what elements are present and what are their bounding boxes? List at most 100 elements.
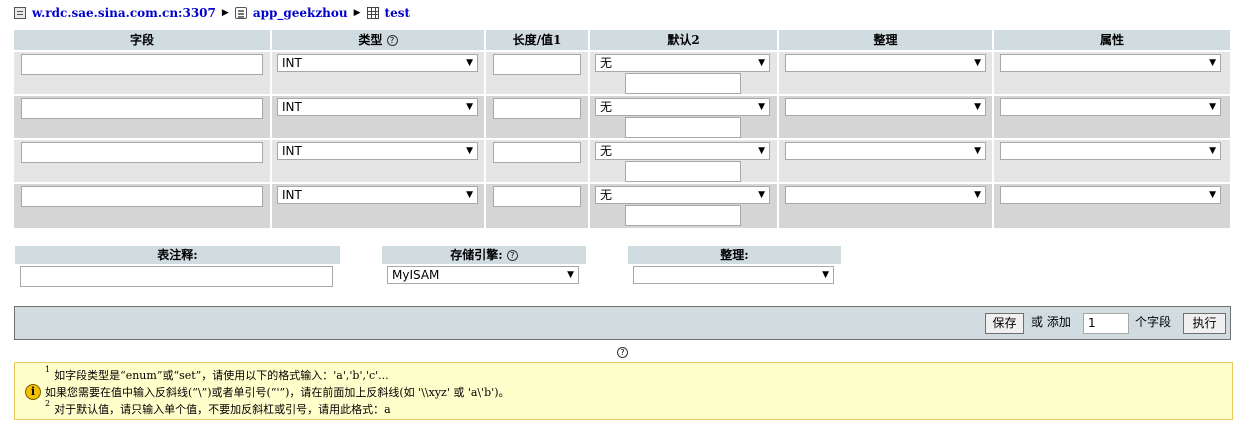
field-type-select[interactable]: INT ▼ xyxy=(277,186,478,204)
table-comment-label: 表注释: xyxy=(15,246,340,264)
chevron-right-icon: ▶ xyxy=(353,8,361,18)
breadcrumb-database-link[interactable]: app_geekzhou xyxy=(253,6,348,20)
column-header-label: 类型 xyxy=(358,33,383,47)
add-fields-suffix-text: 个字段 xyxy=(1135,315,1172,329)
footnotes-panel: i 1 如字段类型是“enum”或“set”，请使用以下的格式输入：'a','b'… xyxy=(14,362,1233,420)
column-header-field: 字段 xyxy=(14,30,270,50)
dropdown-arrow-icon: ▼ xyxy=(466,58,473,68)
storage-engine-select[interactable]: MyISAM ▼ xyxy=(387,266,579,284)
field-type-value: INT xyxy=(282,56,302,70)
table-icon xyxy=(366,7,379,19)
add-fields-count-input[interactable]: 1 xyxy=(1083,313,1129,334)
field-default-select[interactable]: 无 ▼ xyxy=(595,98,770,116)
database-icon xyxy=(234,7,247,19)
dropdown-arrow-icon: ▼ xyxy=(466,102,473,112)
column-header-label: 长度/值1 xyxy=(512,33,562,47)
dropdown-arrow-icon: ▼ xyxy=(974,190,981,200)
dropdown-arrow-icon: ▼ xyxy=(758,58,765,68)
field-default-value-input[interactable] xyxy=(625,73,741,94)
help-icon[interactable]: ? xyxy=(506,250,518,261)
field-default-select[interactable]: 无 ▼ xyxy=(595,186,770,204)
dropdown-arrow-icon: ▼ xyxy=(1209,58,1216,68)
field-collation-select[interactable]: ▼ xyxy=(785,186,986,204)
field-type-select[interactable]: INT ▼ xyxy=(277,54,478,72)
field-default-value-input[interactable] xyxy=(625,117,741,138)
field-default-value: 无 xyxy=(600,188,613,202)
field-default-value-input[interactable] xyxy=(625,205,741,226)
table-comment-input[interactable] xyxy=(20,266,333,287)
field-default-select[interactable]: 无 ▼ xyxy=(595,142,770,160)
field-attribute-select[interactable]: ▼ xyxy=(1000,142,1221,160)
dropdown-arrow-icon: ▼ xyxy=(822,270,829,280)
field-name-input[interactable] xyxy=(21,186,263,207)
dropdown-arrow-icon: ▼ xyxy=(1209,190,1216,200)
field-attribute-select[interactable]: ▼ xyxy=(1000,98,1221,116)
column-header-label: 字段 xyxy=(129,33,154,47)
field-length-input[interactable] xyxy=(493,98,581,119)
field-default-value: 无 xyxy=(600,56,613,70)
footnote-marker: 1 xyxy=(45,365,51,374)
breadcrumb-server-link[interactable]: w.rdc.sae.sina.com.cn:3307 xyxy=(32,6,216,20)
field-collation-select[interactable]: ▼ xyxy=(785,98,986,116)
column-header-default: 默认2 xyxy=(590,30,777,50)
field-definition-grid: 字段 类型 ? 长度/值1 默认2 整理 属性 INT ▼ 无 ▼ ▼ ▼ INT ▼… xyxy=(14,30,1230,230)
go-button[interactable]: 执行 xyxy=(1183,313,1226,334)
field-name-input[interactable] xyxy=(21,142,263,163)
column-header-collation: 整理 xyxy=(779,30,992,50)
dropdown-arrow-icon: ▼ xyxy=(974,58,981,68)
table-collation-label: 整理: xyxy=(628,246,841,264)
info-icon: i xyxy=(25,384,41,400)
help-icon[interactable]: ? xyxy=(386,35,398,46)
action-bar: 保存 或 添加 1 个字段 执行 xyxy=(14,306,1231,340)
server-icon xyxy=(14,7,26,19)
dropdown-arrow-icon: ▼ xyxy=(567,270,574,280)
field-type-value: INT xyxy=(282,100,302,114)
field-default-value: 无 xyxy=(600,144,613,158)
storage-engine-label: 存储引擎: ? xyxy=(382,246,586,264)
column-header-label: 默认2 xyxy=(667,33,700,47)
footnote-text: 如果您需要在值中输入反斜线(“\”)或者单引号(“'”)，请在前面加上反斜线(如… xyxy=(45,386,510,399)
save-button[interactable]: 保存 xyxy=(985,313,1024,334)
footnote-text: 对于默认值，请只输入单个值，不要加反斜杠或引号，请用此格式：a xyxy=(54,403,391,416)
dropdown-arrow-icon: ▼ xyxy=(1209,146,1216,156)
footnote-2: 2 对于默认值，请只输入单个值，不要加反斜杠或引号，请用此格式：a xyxy=(45,399,391,417)
field-attribute-select[interactable]: ▼ xyxy=(1000,54,1221,72)
dropdown-arrow-icon: ▼ xyxy=(974,102,981,112)
field-length-input[interactable] xyxy=(493,54,581,75)
chevron-right-icon: ▶ xyxy=(221,8,229,18)
field-type-value: INT xyxy=(282,188,302,202)
column-header-label: 属性 xyxy=(1099,33,1124,47)
column-header-attributes: 属性 xyxy=(994,30,1230,50)
field-default-select[interactable]: 无 ▼ xyxy=(595,54,770,72)
field-default-value: 无 xyxy=(600,100,613,114)
breadcrumb-table-link[interactable]: test xyxy=(385,6,410,20)
footnote-text: 如字段类型是“enum”或“set”，请使用以下的格式输入：'a','b','c… xyxy=(54,369,389,382)
field-attribute-select[interactable]: ▼ xyxy=(1000,186,1221,204)
field-name-input[interactable] xyxy=(21,54,263,75)
footnote-1-continuation: 如果您需要在值中输入反斜线(“\”)或者单引号(“'”)，请在前面加上反斜线(如… xyxy=(45,384,510,400)
dropdown-arrow-icon: ▼ xyxy=(758,190,765,200)
add-fields-prefix-text: 或 添加 xyxy=(1031,315,1071,329)
breadcrumb: w.rdc.sae.sina.com.cn:3307 ▶ app_geekzho… xyxy=(14,4,410,22)
footnote-marker: 2 xyxy=(45,399,51,408)
field-name-input[interactable] xyxy=(21,98,263,119)
table-collation-select[interactable]: ▼ xyxy=(633,266,834,284)
field-length-input[interactable] xyxy=(493,186,581,207)
column-header-length: 长度/值1 xyxy=(486,30,588,50)
dropdown-arrow-icon: ▼ xyxy=(466,190,473,200)
dropdown-arrow-icon: ▼ xyxy=(1209,102,1216,112)
column-header-label: 整理 xyxy=(873,33,898,47)
column-header-type: 类型 ? xyxy=(272,30,484,50)
field-type-select[interactable]: INT ▼ xyxy=(277,98,478,116)
dropdown-arrow-icon: ▼ xyxy=(466,146,473,156)
dropdown-arrow-icon: ▼ xyxy=(758,146,765,156)
dropdown-arrow-icon: ▼ xyxy=(974,146,981,156)
footnote-1: 1 如字段类型是“enum”或“set”，请使用以下的格式输入：'a','b','… xyxy=(45,365,389,383)
field-type-value: INT xyxy=(282,144,302,158)
field-type-select[interactable]: INT ▼ xyxy=(277,142,478,160)
field-collation-select[interactable]: ▼ xyxy=(785,142,986,160)
help-icon[interactable]: ? xyxy=(617,347,628,358)
field-length-input[interactable] xyxy=(493,142,581,163)
field-default-value-input[interactable] xyxy=(625,161,741,182)
field-collation-select[interactable]: ▼ xyxy=(785,54,986,72)
